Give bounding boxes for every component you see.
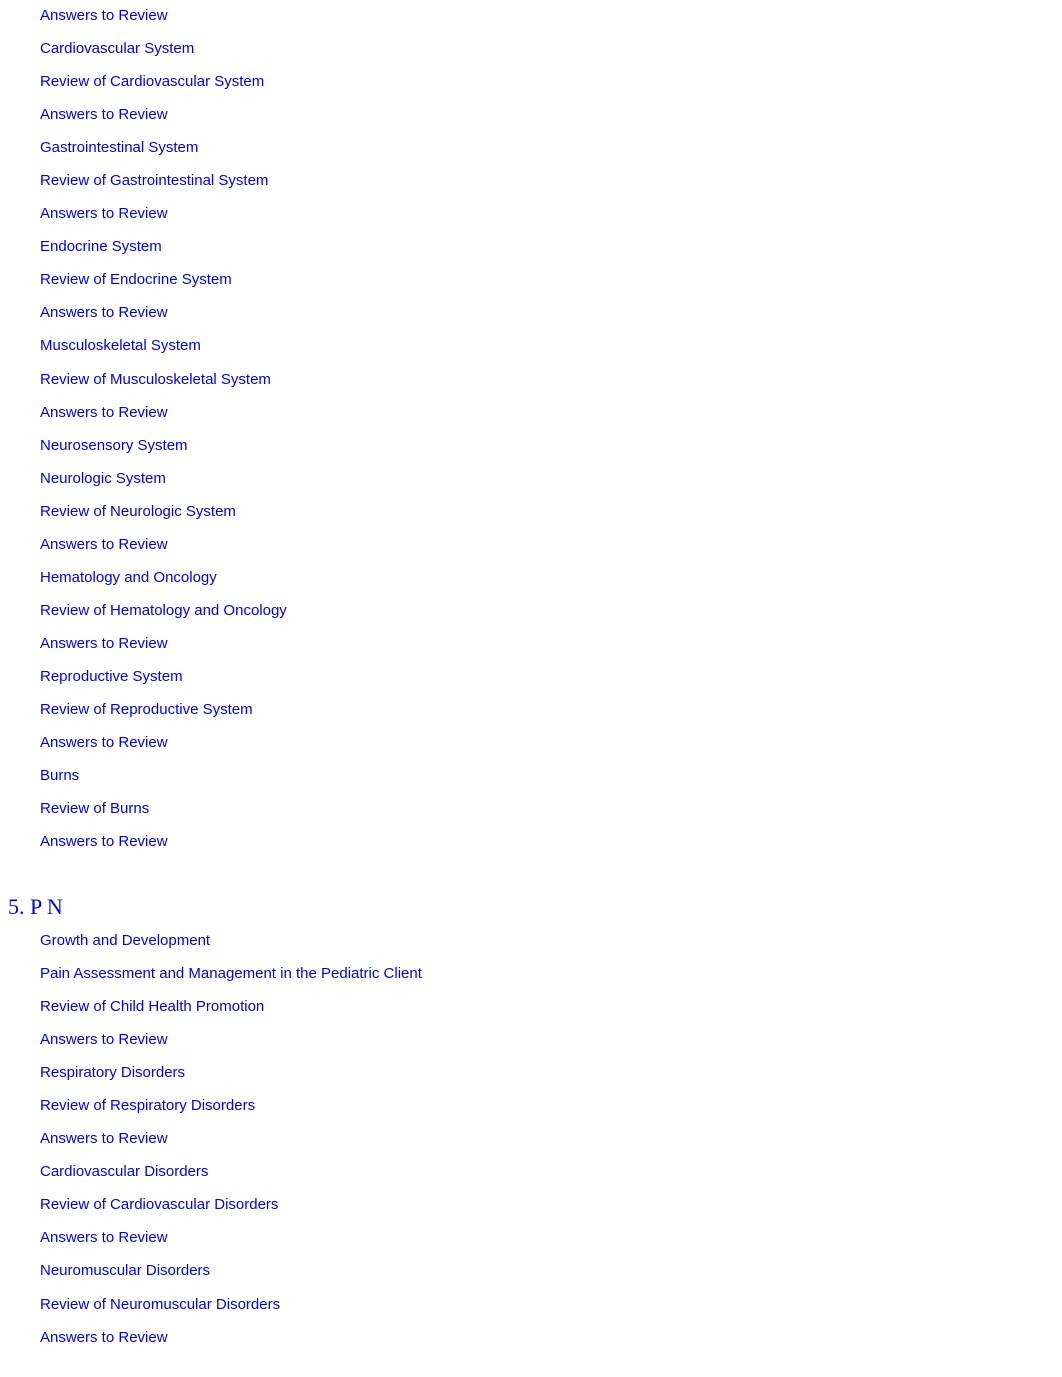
toc-link[interactable]: Answers to Review xyxy=(40,536,168,553)
toc-item: Review of Burns xyxy=(40,792,287,825)
toc-link[interactable]: Review of Child Health Promotion xyxy=(40,998,264,1015)
toc-link[interactable]: Answers to Review xyxy=(40,734,168,751)
toc-link[interactable]: Growth and Development xyxy=(40,932,210,949)
toc-item: Review of Cardiovascular Disorders xyxy=(40,1188,422,1221)
toc-item: Answers to Review xyxy=(40,296,287,329)
section-heading-pediatric-nursing[interactable]: 5. P N xyxy=(8,891,63,923)
toc-link[interactable]: Answers to Review xyxy=(40,1329,168,1346)
toc-item: Neurosensory System xyxy=(40,429,287,462)
toc-link[interactable]: Review of Cardiovascular System xyxy=(40,73,264,90)
toc-item: Neurologic System xyxy=(40,462,287,495)
toc-item: Endocrine System xyxy=(40,230,287,263)
toc-item: Pain Assessment and Management in the Pe… xyxy=(40,957,422,990)
toc-item: Answers to Review xyxy=(40,0,287,32)
toc-link[interactable]: Review of Cardiovascular Disorders xyxy=(40,1196,278,1213)
toc-list-section-5: Growth and Development Pain Assessment a… xyxy=(40,924,422,1354)
toc-item: Answers to Review xyxy=(40,1321,422,1354)
toc-item: Answers to Review xyxy=(40,528,287,561)
toc-link[interactable]: Neurologic System xyxy=(40,470,166,487)
toc-item: Cardiovascular Disorders xyxy=(40,1155,422,1188)
toc-item: Review of Neurologic System xyxy=(40,495,287,528)
toc-link[interactable]: Answers to Review xyxy=(40,205,168,222)
toc-item: Answers to Review xyxy=(40,1122,422,1155)
toc-link[interactable]: Review of Hematology and Oncology xyxy=(40,602,287,619)
toc-link[interactable]: Answers to Review xyxy=(40,404,168,421)
toc-item: Review of Respiratory Disorders xyxy=(40,1089,422,1122)
toc-link[interactable]: Neurosensory System xyxy=(40,437,188,454)
toc-link[interactable]: Gastrointestinal System xyxy=(40,139,198,156)
toc-item: Growth and Development xyxy=(40,924,422,957)
toc-item: Answers to Review xyxy=(40,726,287,759)
toc-item: Answers to Review xyxy=(40,396,287,429)
toc-item: Gastrointestinal System xyxy=(40,131,287,164)
toc-list-section-4: Answers to Review Cardiovascular System … xyxy=(40,0,287,858)
toc-link[interactable]: Answers to Review xyxy=(40,833,168,850)
toc-link[interactable]: Review of Reproductive System xyxy=(40,701,253,718)
toc-item: Review of Neuromuscular Disorders xyxy=(40,1288,422,1321)
toc-item: Hematology and Oncology xyxy=(40,561,287,594)
toc-link[interactable]: Answers to Review xyxy=(40,1130,168,1147)
toc-link[interactable]: Answers to Review xyxy=(40,106,168,123)
toc-link[interactable]: Respiratory Disorders xyxy=(40,1064,185,1081)
toc-item: Answers to Review xyxy=(40,98,287,131)
toc-link[interactable]: Musculoskeletal System xyxy=(40,337,201,354)
toc-item: Answers to Review xyxy=(40,197,287,230)
toc-link[interactable]: Review of Neurologic System xyxy=(40,503,236,520)
toc-item: Answers to Review xyxy=(40,825,287,858)
toc-link[interactable]: Burns xyxy=(40,767,79,784)
toc-link[interactable]: Review of Neuromuscular Disorders xyxy=(40,1296,280,1313)
toc-link[interactable]: Neuromuscular Disorders xyxy=(40,1262,210,1279)
toc-link[interactable]: Review of Endocrine System xyxy=(40,271,232,288)
toc-item: Answers to Review xyxy=(40,1023,422,1056)
toc-item: Review of Child Health Promotion xyxy=(40,990,422,1023)
toc-link[interactable]: Endocrine System xyxy=(40,238,162,255)
toc-link[interactable]: Review of Gastrointestinal System xyxy=(40,172,268,189)
toc-item: Answers to Review xyxy=(40,627,287,660)
toc-item: Review of Gastrointestinal System xyxy=(40,164,287,197)
toc-item: Respiratory Disorders xyxy=(40,1056,422,1089)
toc-link[interactable]: Answers to Review xyxy=(40,7,168,24)
toc-link[interactable]: Cardiovascular System xyxy=(40,40,194,57)
toc-link[interactable]: Answers to Review xyxy=(40,1031,168,1048)
toc-item: Review of Musculoskeletal System xyxy=(40,363,287,396)
toc-link[interactable]: Review of Musculoskeletal System xyxy=(40,371,271,388)
toc-item: Answers to Review xyxy=(40,1221,422,1254)
toc-item: Burns xyxy=(40,759,287,792)
toc-item: Review of Hematology and Oncology xyxy=(40,594,287,627)
toc-link[interactable]: Cardiovascular Disorders xyxy=(40,1163,208,1180)
toc-item: Neuromuscular Disorders xyxy=(40,1254,422,1287)
toc-link[interactable]: Answers to Review xyxy=(40,304,168,321)
toc-item: Musculoskeletal System xyxy=(40,329,287,362)
toc-link[interactable]: Reproductive System xyxy=(40,668,183,685)
toc-link[interactable]: Answers to Review xyxy=(40,1229,168,1246)
toc-item: Review of Endocrine System xyxy=(40,263,287,296)
toc-link[interactable]: Pain Assessment and Management in the Pe… xyxy=(40,965,422,982)
toc-link[interactable]: Review of Respiratory Disorders xyxy=(40,1097,255,1114)
toc-item: Review of Reproductive System xyxy=(40,693,287,726)
toc-item: Reproductive System xyxy=(40,660,287,693)
toc-link[interactable]: Review of Burns xyxy=(40,800,149,817)
toc-link[interactable]: Answers to Review xyxy=(40,635,168,652)
toc-item: Review of Cardiovascular System xyxy=(40,65,287,98)
toc-link[interactable]: Hematology and Oncology xyxy=(40,569,217,586)
toc-item: Cardiovascular System xyxy=(40,32,287,65)
